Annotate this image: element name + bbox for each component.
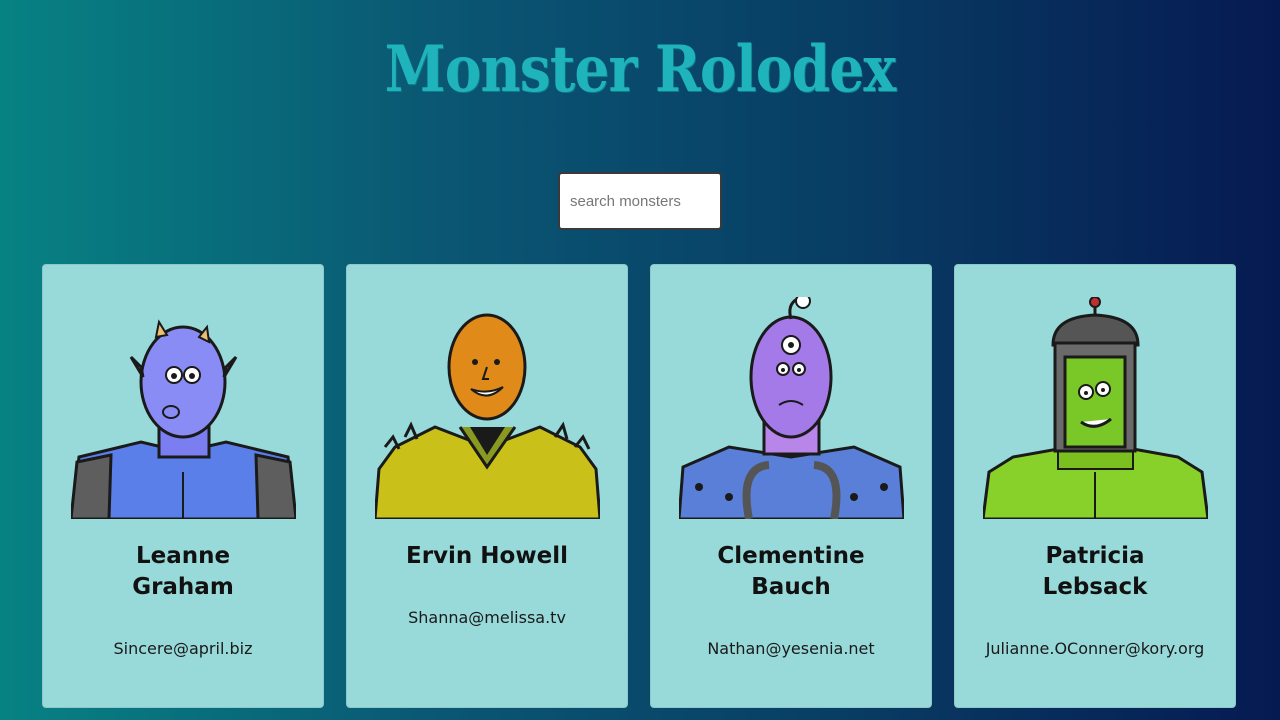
monster-card[interactable]: Ervin Howell Shanna@melissa.tv xyxy=(346,264,628,708)
green-helmet-robot-monster-icon xyxy=(982,297,1208,519)
monster-card[interactable]: Leanne Graham Sincere@april.biz xyxy=(42,264,324,708)
monster-email: Shanna@melissa.tv xyxy=(408,608,566,627)
monster-avatar xyxy=(70,297,296,519)
monster-avatar xyxy=(678,297,904,519)
purple-cyclops-robot-monster-icon xyxy=(678,297,904,519)
monster-name: Patricia Lebsack xyxy=(1042,543,1148,600)
monster-name: Leanne Graham xyxy=(132,543,234,600)
monster-email: Sincere@april.biz xyxy=(113,639,253,658)
monster-email: Julianne.OConner@kory.org xyxy=(985,639,1205,658)
card-list: Leanne Graham Sincere@april.biz Ervin Ho… xyxy=(42,264,1238,708)
monster-avatar xyxy=(374,297,600,519)
monster-name: Clementine Bauch xyxy=(717,543,865,600)
monster-avatar xyxy=(982,297,1208,519)
blue-horned-monster-icon xyxy=(70,319,296,519)
orange-spiky-monster-icon xyxy=(374,313,600,519)
monster-email: Nathan@yesenia.net xyxy=(707,639,875,658)
monster-card[interactable]: Patricia Lebsack Julianne.OConner@kory.o… xyxy=(954,264,1236,708)
search-input[interactable] xyxy=(558,172,722,230)
monster-card[interactable]: Clementine Bauch Nathan@yesenia.net xyxy=(650,264,932,708)
page-title: Monster Rolodex xyxy=(384,32,897,107)
monster-name: Ervin Howell xyxy=(406,543,568,569)
